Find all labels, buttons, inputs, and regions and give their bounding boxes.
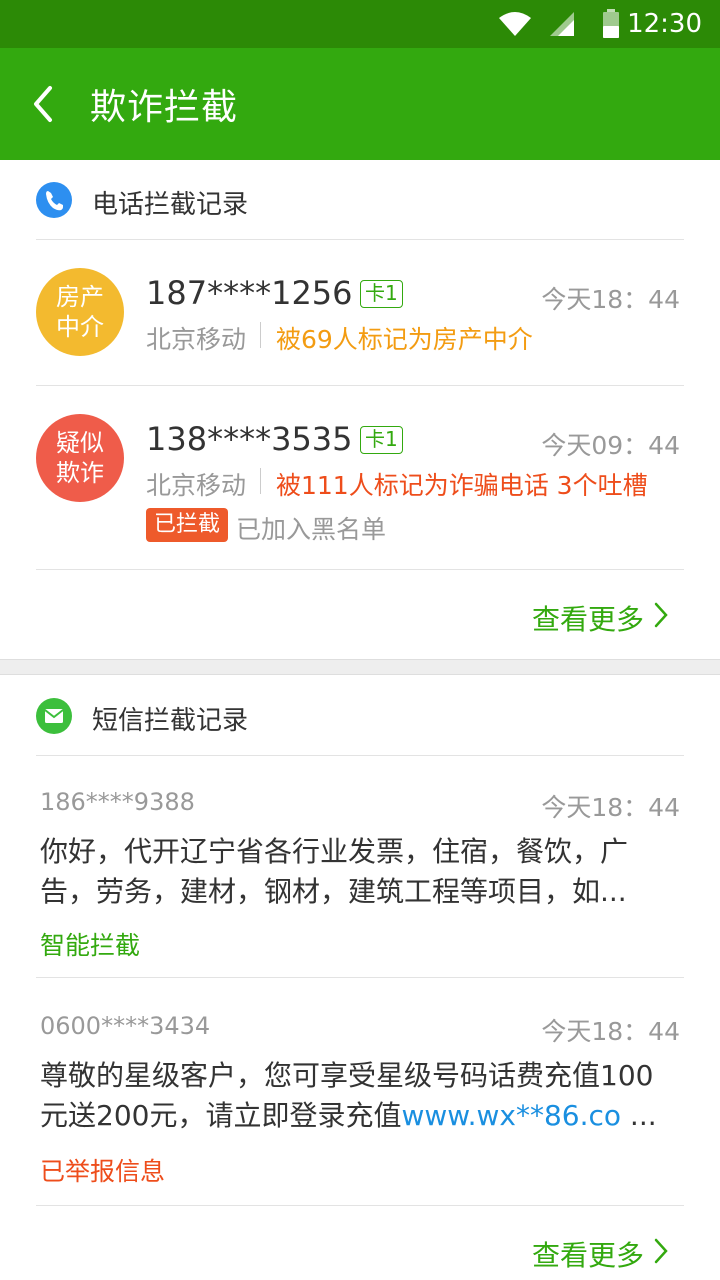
sim-card-tag: 卡1 — [360, 426, 403, 454]
call-section-title: 电话拦截记录 — [92, 190, 249, 220]
battery-icon — [603, 9, 619, 38]
call-record-row[interactable]: 疑似 欺诈 138****3535 卡1 今天09：44 北京移动 被111人标… — [0, 386, 720, 570]
sms-body-ellipsis: ... — [621, 1099, 657, 1132]
call-see-more-link[interactable]: 查看更多 — [532, 598, 644, 638]
call-number: 187****1256 — [146, 274, 353, 312]
section-gap — [0, 659, 720, 675]
separator — [260, 322, 261, 348]
sms-body-line: 元送200元，请立即登录充值www.wx**86.co ... — [40, 1096, 690, 1136]
divider — [36, 569, 684, 570]
sms-sender: 186****9388 — [40, 788, 195, 816]
sms-body-link[interactable]: www.wx**86.co — [401, 1099, 621, 1132]
avatar-line-1: 房产 — [56, 283, 104, 311]
sms-body-line: 你好，代开辽宁省各行业发票，住宿，餐饮，广 — [40, 835, 629, 868]
call-category-avatar: 房产 中介 — [36, 268, 124, 356]
avatar-line-2: 欺诈 — [56, 459, 104, 487]
wifi-icon — [499, 12, 531, 36]
app-bar: 欺诈拦截 — [0, 48, 720, 160]
chevron-right-icon[interactable] — [654, 1238, 668, 1264]
sim-card-tag: 卡1 — [360, 280, 403, 308]
sms-body-text: 元送200元，请立即登录充值 — [40, 1099, 402, 1132]
sms-record-row[interactable]: 0600****3434 今天18：44 尊敬的星级客户，您可享受星级号码话费充… — [0, 978, 720, 1204]
avatar-line-2: 中介 — [56, 313, 104, 341]
call-category-avatar: 疑似 欺诈 — [36, 414, 124, 502]
call-record-row[interactable]: 房产 中介 187****1256 卡1 今天18：44 北京移动 被69人标记… — [0, 240, 720, 385]
signal-icon — [550, 12, 574, 36]
sms-status-tag: 已举报信息 — [40, 1157, 166, 1186]
envelope-icon — [36, 698, 72, 734]
sms-sender: 0600****3434 — [40, 1012, 211, 1040]
chevron-right-icon[interactable] — [654, 602, 668, 628]
phone-icon — [36, 182, 72, 218]
page-title: 欺诈拦截 — [90, 87, 239, 128]
call-time: 今天09：44 — [541, 431, 680, 460]
sms-record-row[interactable]: 186****9388 今天18：44 你好，代开辽宁省各行业发票，住宿，餐饮，… — [0, 756, 720, 977]
blocked-badge: 已拦截 — [146, 508, 229, 542]
sms-status-tag: 智能拦截 — [40, 931, 141, 960]
sms-body-line: 告，劳务，建材，钢材，建筑工程等项目，如... — [40, 875, 627, 908]
sms-body-line: 尊敬的星级客户，您可享受星级号码话费充值100 — [40, 1059, 654, 1092]
sms-section-title: 短信拦截记录 — [92, 706, 249, 736]
sms-body: 尊敬的星级客户，您可享受星级号码话费充值100 元送200元，请立即登录充值ww… — [40, 1056, 690, 1136]
sms-time: 今天18：44 — [541, 793, 680, 822]
status-bar: 12:30 — [0, 0, 720, 48]
sms-body: 你好，代开辽宁省各行业发票，住宿，餐饮，广 告，劳务，建材，钢材，建筑工程等项目… — [40, 832, 690, 912]
call-mark-info: 被69人标记为房产中介 — [276, 325, 533, 354]
sms-section-header: 短信拦截记录 — [0, 676, 720, 756]
call-mark-info: 被111人标记为诈骗电话 3个吐槽 — [276, 471, 648, 500]
separator — [260, 468, 261, 494]
call-carrier: 北京移动 — [146, 325, 247, 354]
sms-see-more-link[interactable]: 查看更多 — [532, 1234, 644, 1274]
call-number: 138****3535 — [146, 420, 353, 458]
sms-time: 今天18：44 — [541, 1017, 680, 1046]
status-time: 12:30 — [627, 9, 702, 39]
call-section-header: 电话拦截记录 — [0, 160, 720, 240]
back-chevron-left-icon[interactable] — [28, 84, 60, 124]
avatar-line-1: 疑似 — [56, 429, 104, 457]
call-time: 今天18：44 — [541, 285, 680, 314]
call-carrier: 北京移动 — [146, 471, 247, 500]
blacklist-status: 已加入黑名单 — [236, 515, 387, 544]
divider — [36, 1205, 684, 1206]
